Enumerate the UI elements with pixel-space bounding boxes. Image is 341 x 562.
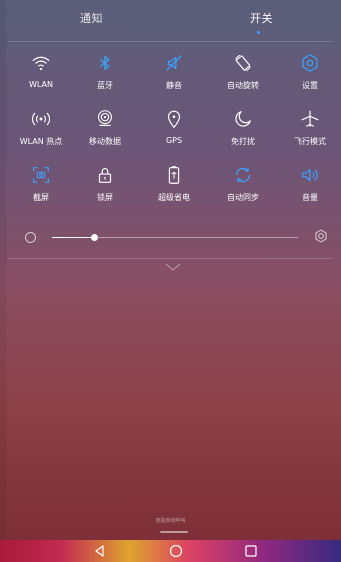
back-icon[interactable] bbox=[93, 544, 107, 558]
tile-label: 自动同步 bbox=[227, 193, 259, 202]
active-tab-indicator bbox=[257, 31, 260, 34]
drag-handle[interactable] bbox=[160, 531, 188, 533]
quick-settings-row: 截屏 锁屏 超级省电 自动同步 音量 bbox=[8, 164, 333, 220]
tile-label: GPS bbox=[165, 136, 183, 145]
tabs-divider bbox=[8, 41, 333, 42]
tile-label: 静音 bbox=[166, 81, 182, 90]
mobile-data-icon bbox=[98, 110, 112, 127]
auto-rotate-toggle[interactable]: 自动旋转 bbox=[213, 52, 273, 91]
mute-icon bbox=[166, 55, 182, 71]
mobile-data-toggle[interactable]: 移动数据 bbox=[75, 108, 135, 147]
gps-toggle[interactable]: GPS bbox=[144, 108, 204, 145]
tile-label: 蓝牙 bbox=[97, 81, 113, 90]
tile-label: 移动数据 bbox=[89, 137, 121, 146]
mute-toggle[interactable]: 静音 bbox=[144, 52, 204, 91]
home-icon[interactable] bbox=[169, 544, 183, 558]
volume-button[interactable]: 音量 bbox=[280, 164, 340, 203]
tab-notifications[interactable]: 通知 bbox=[80, 10, 103, 26]
battery-saver-icon bbox=[168, 166, 180, 184]
tile-label: 自动旋转 bbox=[227, 81, 259, 90]
tile-label: 音量 bbox=[302, 193, 318, 202]
screenshot-icon bbox=[33, 167, 49, 183]
footer-hint: 双指滑动呼叫 bbox=[155, 518, 186, 524]
tile-label: 截屏 bbox=[33, 193, 49, 202]
tile-label: 锁屏 bbox=[97, 193, 113, 202]
quick-settings-row: WLAN 热点 移动数据 GPS 免打扰 飞行模式 bbox=[8, 108, 333, 164]
tile-label: 免打扰 bbox=[231, 137, 255, 146]
lock-screen-button[interactable]: 锁屏 bbox=[75, 164, 135, 203]
brightness-low-icon bbox=[25, 232, 36, 243]
wifi-icon bbox=[32, 56, 50, 71]
brightness-slider[interactable] bbox=[52, 234, 298, 241]
hotspot-toggle[interactable]: WLAN 热点 bbox=[11, 108, 71, 147]
quick-settings-row: WLAN 蓝牙 静音 自动旋转 设置 bbox=[8, 52, 333, 108]
sync-icon bbox=[235, 167, 251, 183]
chevron-down-icon[interactable] bbox=[164, 262, 182, 272]
tile-label: 飞行模式 bbox=[294, 137, 326, 146]
quick-settings-grid: WLAN 蓝牙 静音 自动旋转 设置 WLAN 热点 移动数据 GPS 免打扰 … bbox=[8, 52, 333, 220]
tile-label: WLAN 热点 bbox=[19, 137, 63, 146]
screenshot-button[interactable]: 截屏 bbox=[11, 164, 71, 203]
hotspot-icon bbox=[31, 112, 51, 126]
panel-divider bbox=[8, 258, 333, 259]
brightness-fill bbox=[52, 237, 94, 238]
volume-icon bbox=[302, 168, 318, 182]
auto-sync-toggle[interactable]: 自动同步 bbox=[213, 164, 273, 203]
battery-saver-toggle[interactable]: 超级省电 bbox=[144, 164, 204, 203]
airplane-mode-toggle[interactable]: 飞行模式 bbox=[280, 108, 340, 147]
panel-tabs: 通知 开关 bbox=[0, 0, 341, 44]
tile-label: 超级省电 bbox=[158, 193, 190, 202]
brightness-high-icon bbox=[315, 229, 327, 243]
settings-button[interactable]: 设置 bbox=[280, 52, 340, 91]
tile-label: 设置 bbox=[302, 81, 318, 90]
lock-icon bbox=[98, 168, 112, 183]
bluetooth-toggle[interactable]: 蓝牙 bbox=[75, 52, 135, 91]
rotate-icon bbox=[235, 54, 251, 72]
wlan-toggle[interactable]: WLAN bbox=[11, 52, 71, 89]
gear-icon bbox=[302, 54, 318, 72]
tab-switches[interactable]: 开关 bbox=[250, 10, 273, 26]
tile-label: WLAN bbox=[28, 80, 53, 89]
recent-apps-icon[interactable] bbox=[244, 544, 258, 558]
do-not-disturb-toggle[interactable]: 免打扰 bbox=[213, 108, 273, 147]
bluetooth-icon bbox=[100, 55, 110, 71]
location-icon bbox=[167, 110, 181, 129]
airplane-icon bbox=[301, 110, 319, 127]
moon-icon bbox=[235, 111, 251, 127]
brightness-thumb[interactable] bbox=[91, 234, 98, 241]
brightness-control bbox=[0, 226, 341, 250]
navigation-bar bbox=[0, 540, 341, 562]
screen-edge bbox=[0, 0, 6, 562]
